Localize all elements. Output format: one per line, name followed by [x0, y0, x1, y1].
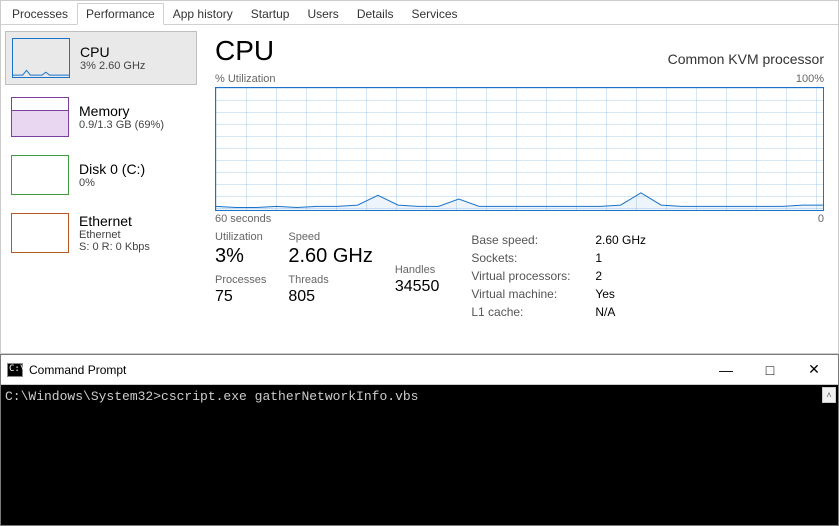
- info-row: Sockets: 1: [471, 249, 646, 267]
- perf-sidebar: CPU3% 2.60 GHz Memory0.9/1.3 GB (69%) Disk…: [1, 25, 201, 353]
- threads-value: 805: [288, 288, 372, 306]
- sidebar-item-mem[interactable]: Memory0.9/1.3 GB (69%): [5, 91, 197, 143]
- tab-processes[interactable]: Processes: [3, 3, 77, 24]
- info-key: Base speed:: [471, 231, 581, 249]
- page-title: CPU: [215, 35, 274, 67]
- tab-users[interactable]: Users: [298, 3, 347, 24]
- info-value: N/A: [595, 303, 615, 321]
- cmd-titlebar[interactable]: C:\ Command Prompt — □ ✕: [1, 355, 838, 385]
- cmd-title-text: Command Prompt: [29, 363, 126, 377]
- info-row: L1 cache: N/A: [471, 303, 646, 321]
- mem-thumbnail: [11, 97, 69, 137]
- info-value: 2: [595, 267, 602, 285]
- sidebar-item-sub: Ethernet: [79, 229, 150, 241]
- sidebar-item-sub: 0%: [79, 177, 145, 189]
- tab-services[interactable]: Services: [403, 3, 467, 24]
- task-manager-window: ProcessesPerformanceApp historyStartupUs…: [0, 0, 839, 354]
- tab-performance[interactable]: Performance: [77, 3, 164, 25]
- y-axis-label: % Utilization: [215, 73, 276, 85]
- sidebar-item-title: Memory: [79, 103, 164, 119]
- maximize-button[interactable]: □: [748, 355, 792, 385]
- processes-value: 75: [215, 288, 266, 306]
- info-row: Virtual machine: Yes: [471, 285, 646, 303]
- info-key: L1 cache:: [471, 303, 581, 321]
- speed-label: Speed: [288, 231, 372, 243]
- handles-value: 34550: [395, 278, 440, 296]
- eth-thumbnail: [11, 213, 69, 253]
- perf-main: CPU Common KVM processor % Utilization 1…: [201, 25, 838, 353]
- info-value: Yes: [595, 285, 615, 303]
- sidebar-item-sub: 3% 2.60 GHz: [80, 60, 145, 72]
- sidebar-item-eth[interactable]: EthernetEthernetS: 0 R: 0 Kbps: [5, 207, 197, 259]
- tab-startup[interactable]: Startup: [242, 3, 299, 24]
- sidebar-item-sub: 0.9/1.3 GB (69%): [79, 119, 164, 131]
- processor-name: Common KVM processor: [668, 51, 824, 67]
- x-axis-left: 60 seconds: [215, 213, 271, 225]
- sidebar-item-title: CPU: [80, 44, 145, 60]
- cpu-thumbnail: [12, 38, 70, 78]
- sidebar-item-title: Ethernet: [79, 213, 150, 229]
- cmd-terminal[interactable]: C:\Windows\System32>cscript.exe gatherNe…: [1, 385, 838, 525]
- handles-label: Handles: [395, 264, 440, 276]
- info-key: Virtual machine:: [471, 285, 581, 303]
- tab-bar: ProcessesPerformanceApp historyStartupUs…: [1, 1, 838, 25]
- tab-details[interactable]: Details: [348, 3, 403, 24]
- minimize-button[interactable]: —: [704, 355, 748, 385]
- info-key: Virtual processors:: [471, 267, 581, 285]
- info-row: Virtual processors: 2: [471, 267, 646, 285]
- command-prompt-window: C:\ Command Prompt — □ ✕ ˄ C:\Windows\Sy…: [0, 354, 839, 526]
- cpu-info-table: Base speed:2.60 GHzSockets:1Virtual proc…: [471, 231, 646, 321]
- x-axis-right: 0: [818, 213, 824, 225]
- speed-value: 2.60 GHz: [288, 245, 372, 268]
- tab-app-history[interactable]: App history: [164, 3, 242, 24]
- info-key: Sockets:: [471, 249, 581, 267]
- scroll-up-icon[interactable]: ˄: [822, 387, 836, 403]
- util-label: Utilization: [215, 231, 266, 243]
- window-controls: — □ ✕: [704, 355, 836, 385]
- cpu-util-graph[interactable]: [215, 87, 824, 211]
- cmd-icon: C:\: [7, 363, 23, 377]
- processes-label: Processes: [215, 274, 266, 286]
- sidebar-item-title: Disk 0 (C:): [79, 161, 145, 177]
- close-button[interactable]: ✕: [792, 355, 836, 385]
- sidebar-item-disk[interactable]: Disk 0 (C:)0%: [5, 149, 197, 201]
- info-value: 2.60 GHz: [595, 231, 646, 249]
- threads-label: Threads: [288, 274, 372, 286]
- disk-thumbnail: [11, 155, 69, 195]
- sidebar-item-sub2: S: 0 R: 0 Kbps: [79, 241, 150, 253]
- info-value: 1: [595, 249, 602, 267]
- info-row: Base speed: 2.60 GHz: [471, 231, 646, 249]
- y-axis-max: 100%: [796, 73, 824, 85]
- util-value: 3%: [215, 245, 266, 268]
- sidebar-item-cpu[interactable]: CPU3% 2.60 GHz: [5, 31, 197, 85]
